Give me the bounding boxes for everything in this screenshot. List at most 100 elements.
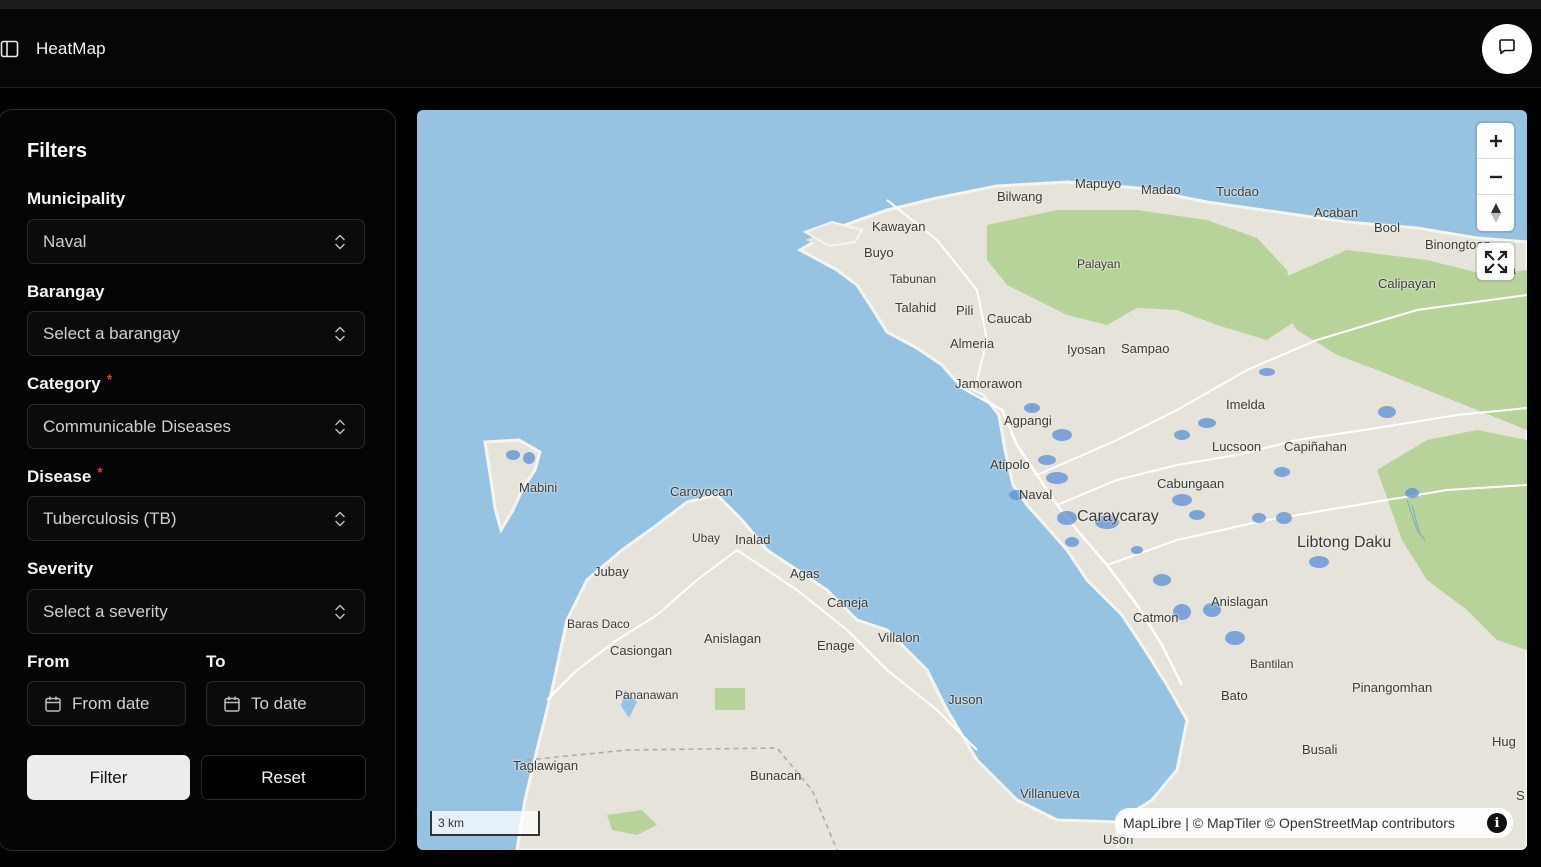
- place-label: Caneja: [827, 595, 869, 610]
- place-label: Capiñahan: [1284, 439, 1347, 454]
- place-label: Pananawan: [615, 688, 679, 702]
- chevron-up-down-icon: [335, 604, 345, 620]
- place-label: Juson: [948, 692, 983, 707]
- place-label: Mabini: [519, 480, 558, 495]
- place-label: Libtong Daku: [1297, 534, 1392, 551]
- place-label: Caraycaray: [1077, 508, 1159, 525]
- place-label: Imelda: [1226, 397, 1266, 412]
- place-label: Ubay: [692, 531, 721, 545]
- place-label: Agpangi: [1004, 413, 1052, 428]
- chevron-up-down-icon: [335, 234, 345, 250]
- chevron-up-down-icon: [335, 326, 345, 342]
- sidebar-toggle-icon[interactable]: [0, 39, 20, 59]
- place-label: Acaban: [1314, 205, 1359, 220]
- to-date-picker[interactable]: To date: [206, 681, 365, 726]
- required-marker: *: [106, 371, 113, 387]
- place-label: Baras Daco: [567, 617, 630, 631]
- place-label: Caroyocan: [670, 484, 733, 499]
- fullscreen-button[interactable]: [1477, 243, 1514, 280]
- place-label: Agas: [790, 566, 820, 581]
- map-attribution: MapLibre | © MapTiler © OpenStreetMap co…: [1115, 808, 1513, 838]
- place-label: Bool: [1374, 220, 1401, 235]
- barangay-select[interactable]: Select a barangay: [27, 311, 365, 356]
- disease-value: Tuberculosis (TB): [43, 508, 177, 528]
- to-label: To: [206, 652, 226, 671]
- place-label: Enage: [817, 638, 855, 653]
- place-label: Palayan: [1077, 257, 1121, 271]
- place-label: Kawayan: [872, 219, 926, 234]
- place-label: Tucdao: [1216, 184, 1259, 199]
- category-label: Category *: [27, 371, 113, 393]
- place-label: Anislagan: [1211, 594, 1269, 609]
- place-label: Tabunan: [890, 272, 937, 286]
- municipality-label: Municipality: [27, 189, 126, 208]
- place-label: Bilwang: [997, 189, 1043, 204]
- place-label: Lucsoon: [1212, 439, 1262, 454]
- place-label: Caucab: [987, 311, 1032, 326]
- place-label: Sampao: [1121, 341, 1170, 356]
- place-label: Pili: [956, 303, 974, 318]
- calendar-icon: [224, 696, 240, 712]
- filters-title: Filters: [27, 140, 88, 162]
- zoom-in-button[interactable]: [1477, 123, 1514, 159]
- place-label: Hug: [1492, 734, 1516, 749]
- severity-label: Severity: [27, 559, 94, 578]
- place-label: Cabungaan: [1157, 476, 1225, 491]
- category-select[interactable]: Communicable Diseases: [27, 404, 365, 449]
- place-label: Calipayan: [1378, 276, 1436, 291]
- place-label: Madao: [1141, 182, 1181, 197]
- heatmap-map[interactable]: Mapuyo Madao Tucdao Bilwang Kawayan Acab…: [417, 110, 1527, 850]
- barangay-label: Barangay: [27, 282, 105, 301]
- message-icon: [1497, 37, 1517, 62]
- required-marker: *: [97, 464, 103, 480]
- place-label: Villalon: [878, 630, 920, 645]
- place-label: Bato: [1221, 688, 1248, 703]
- to-date-placeholder: To date: [251, 693, 307, 713]
- severity-select[interactable]: Select a severity: [27, 589, 365, 634]
- place-label: Catmon: [1133, 610, 1179, 625]
- place-label: Iyosan: [1067, 342, 1106, 357]
- from-date-picker[interactable]: From date: [27, 681, 186, 726]
- map-basemap: [483, 180, 1527, 850]
- place-label: Jubay: [594, 564, 629, 579]
- zoom-out-button[interactable]: [1477, 159, 1514, 195]
- place-label: Pinangomhan: [1352, 680, 1433, 695]
- place-label: S: [1516, 788, 1525, 803]
- from-label: From: [27, 652, 70, 671]
- chevron-up-down-icon: [335, 419, 345, 435]
- place-label: Buyo: [864, 245, 894, 260]
- from-date-placeholder: From date: [72, 693, 150, 713]
- plus-icon: [1489, 134, 1502, 147]
- calendar-icon: [45, 696, 61, 712]
- place-label: Talahid: [895, 300, 937, 315]
- disease-label: Disease *: [27, 464, 103, 486]
- filter-button[interactable]: Filter: [27, 755, 190, 800]
- place-label: Casiongan: [610, 643, 673, 658]
- compass-icon: [1490, 203, 1501, 223]
- place-label: Taglawigan: [513, 758, 579, 773]
- app-title: HeatMap: [36, 39, 106, 58]
- map-scale: 3 km: [430, 811, 540, 836]
- place-label: Bantilan: [1250, 657, 1294, 671]
- category-value: Communicable Diseases: [43, 416, 232, 436]
- place-label: Bunacan: [750, 768, 802, 783]
- place-label: Busali: [1302, 742, 1338, 757]
- place-label: Almeria: [950, 336, 995, 351]
- place-label: Anislagan: [704, 631, 762, 646]
- minus-icon: [1489, 175, 1502, 178]
- municipality-select[interactable]: Naval: [27, 219, 365, 264]
- disease-select[interactable]: Tuberculosis (TB): [27, 496, 365, 541]
- top-strip: [0, 0, 1541, 9]
- place-label: Villanueva: [1020, 786, 1080, 801]
- chat-button[interactable]: [1482, 24, 1532, 74]
- fullscreen-icon: [1484, 250, 1507, 273]
- barangay-placeholder: Select a barangay: [43, 323, 181, 343]
- municipality-value: Naval: [43, 231, 87, 251]
- place-label: Jamorawon: [955, 376, 1023, 391]
- zoom-controls: [1477, 123, 1514, 231]
- reset-button[interactable]: Reset: [201, 755, 366, 800]
- info-icon[interactable]: i: [1487, 813, 1507, 833]
- attribution-text: MapLibre | © MapTiler © OpenStreetMap co…: [1123, 815, 1455, 831]
- reset-bearing-button[interactable]: [1477, 195, 1514, 231]
- chevron-up-down-icon: [335, 511, 345, 527]
